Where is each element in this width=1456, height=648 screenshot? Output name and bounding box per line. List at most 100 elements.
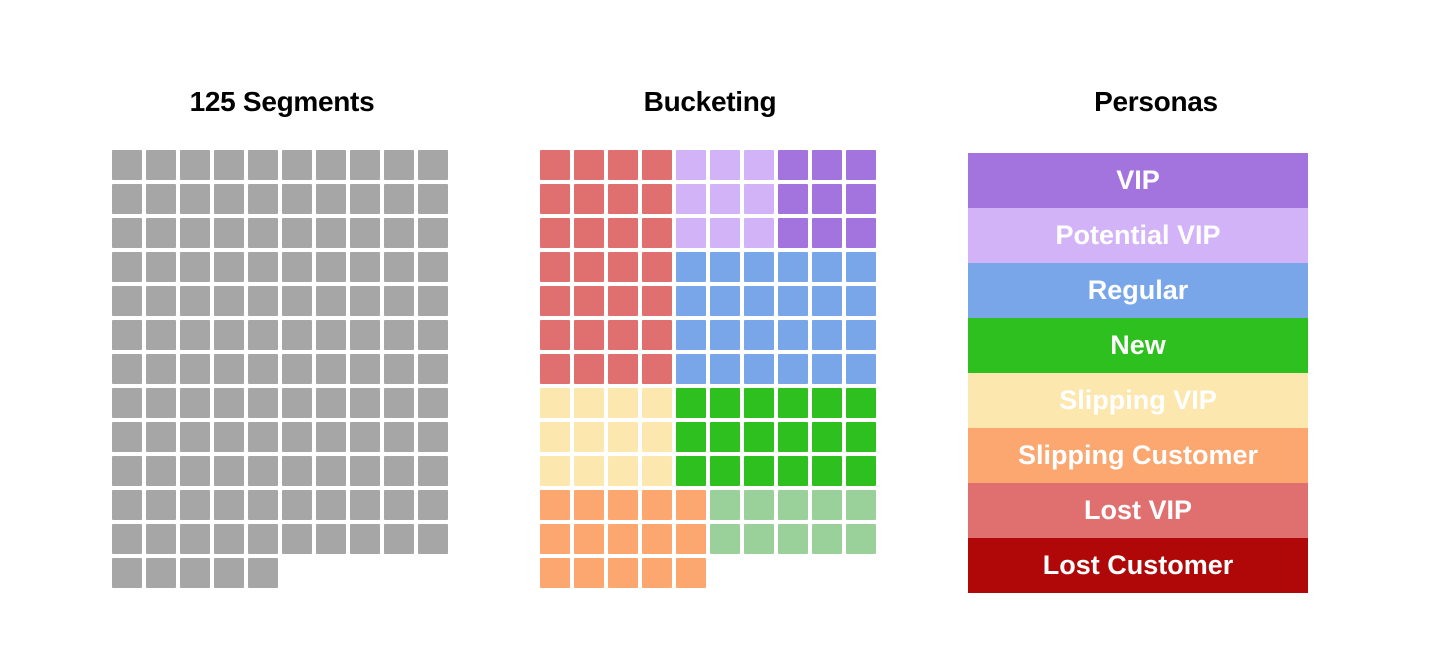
grid-cell [778, 150, 808, 180]
grid-cell [180, 354, 210, 384]
grid-cell [214, 558, 244, 588]
grid-cell [384, 490, 414, 520]
grid-cell [608, 388, 638, 418]
grid-cell [778, 524, 808, 554]
grid-cell [540, 388, 570, 418]
grid-cell [112, 524, 142, 554]
grid-cell [418, 252, 448, 282]
grid-cell [146, 558, 176, 588]
grid-cell [350, 456, 380, 486]
grid-cell [316, 524, 346, 554]
grid-cell [180, 388, 210, 418]
grid-cell [418, 320, 448, 350]
grid-cell [778, 252, 808, 282]
grid-cell [778, 218, 808, 248]
grid-cell [846, 252, 876, 282]
persona-band[interactable]: Slipping Customer [968, 428, 1308, 483]
grid-cell [642, 524, 672, 554]
grid-cell [248, 524, 278, 554]
grid-cell [676, 388, 706, 418]
grid-cell [214, 252, 244, 282]
grid-cell [112, 252, 142, 282]
grid-cell [248, 558, 278, 588]
grid-cell [248, 456, 278, 486]
grid-cell [676, 184, 706, 214]
grid-cell [214, 490, 244, 520]
grid-cell [574, 354, 604, 384]
persona-band[interactable]: Potential VIP [968, 208, 1308, 263]
grid-cell [540, 218, 570, 248]
grid-cell [744, 354, 774, 384]
grid-cell [112, 456, 142, 486]
grid-cell [574, 252, 604, 282]
grid-cell [540, 150, 570, 180]
grid-cell [676, 354, 706, 384]
grid-cell [146, 524, 176, 554]
grid-cell [384, 150, 414, 180]
persona-band[interactable]: Slipping VIP [968, 373, 1308, 428]
grid-cell [350, 354, 380, 384]
persona-band[interactable]: Lost Customer [968, 538, 1308, 593]
grid-cell [812, 388, 842, 418]
grid-cell [316, 184, 346, 214]
panel-title-bucketing: Bucketing [643, 86, 777, 117]
grid-cell-empty [778, 558, 808, 588]
grid-cell [214, 218, 244, 248]
grid-cell [540, 354, 570, 384]
grid-cell [676, 320, 706, 350]
grid-cell [744, 184, 774, 214]
grid-cell [744, 286, 774, 316]
grid-cell [812, 456, 842, 486]
grid-cell [384, 218, 414, 248]
grid-cell [180, 252, 210, 282]
persona-band[interactable]: Lost VIP [968, 483, 1308, 538]
grid-cell [812, 490, 842, 520]
grid-cell [316, 422, 346, 452]
grid-cell [180, 456, 210, 486]
grid-cell [248, 286, 278, 316]
grid-cell [642, 218, 672, 248]
grid-cell [316, 490, 346, 520]
segments-grid [112, 150, 448, 588]
grid-cell [574, 388, 604, 418]
grid-cell [846, 422, 876, 452]
grid-cell [350, 320, 380, 350]
grid-cell [282, 524, 312, 554]
grid-cell [812, 422, 842, 452]
grid-cell [744, 252, 774, 282]
grid-cell [846, 388, 876, 418]
grid-cell [180, 184, 210, 214]
grid-cell [146, 320, 176, 350]
grid-cell [180, 286, 210, 316]
panel-segments: 125 Segments [72, 0, 492, 648]
grid-cell [214, 422, 244, 452]
persona-band-label: Lost Customer [1042, 550, 1234, 580]
grid-cell [316, 252, 346, 282]
panel-bucketing: Bucketing [500, 0, 920, 648]
grid-cell [744, 388, 774, 418]
grid-cell [146, 286, 176, 316]
persona-band[interactable]: VIP [968, 153, 1308, 208]
grid-cell [384, 524, 414, 554]
grid-cell [384, 184, 414, 214]
grid-cell [676, 286, 706, 316]
grid-cell [744, 422, 774, 452]
grid-cell [418, 388, 448, 418]
grid-cell [574, 524, 604, 554]
grid-cell [112, 218, 142, 248]
persona-band[interactable]: New [968, 318, 1308, 373]
grid-cell [146, 184, 176, 214]
grid-cell [846, 286, 876, 316]
persona-band-label: Slipping VIP [1059, 385, 1217, 415]
grid-cell [710, 218, 740, 248]
grid-cell [146, 422, 176, 452]
grid-cell [744, 456, 774, 486]
grid-cell [540, 524, 570, 554]
grid-cell [574, 558, 604, 588]
persona-band[interactable]: Regular [968, 263, 1308, 318]
grid-cell [676, 524, 706, 554]
grid-cell [384, 456, 414, 486]
grid-cell [608, 320, 638, 350]
grid-cell [316, 388, 346, 418]
grid-cell [540, 320, 570, 350]
